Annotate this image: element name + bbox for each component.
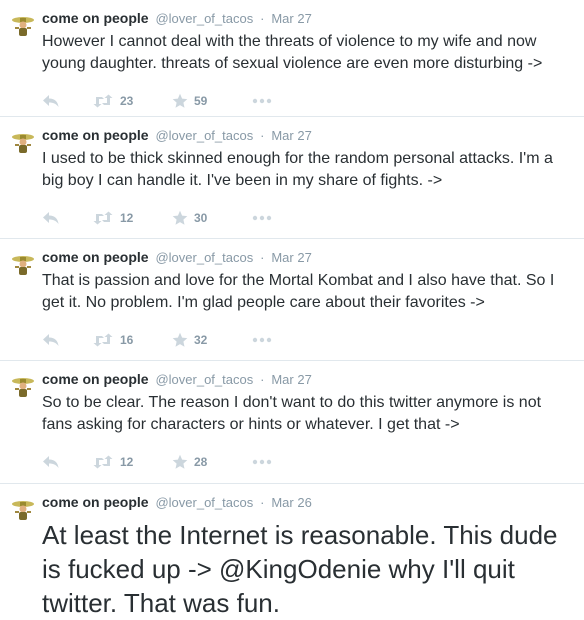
tweet-header: come on people @lover_of_tacos · Mar 27 <box>42 9 574 28</box>
separator: · <box>260 128 265 143</box>
more-icon <box>252 459 272 465</box>
tweet[interactable]: come on people @lover_of_tacos · Mar 27 … <box>0 0 584 117</box>
avatar[interactable] <box>10 130 36 156</box>
tweet-text: That is passion and love for the Mortal … <box>42 272 555 311</box>
separator: · <box>260 250 265 265</box>
tweet-text: However I cannot deal with the threats o… <box>42 33 543 72</box>
retweet-button[interactable]: 12 <box>92 211 172 225</box>
reply-button[interactable] <box>42 333 92 347</box>
timestamp[interactable]: Mar 27 <box>271 250 311 265</box>
reply-icon <box>42 333 60 347</box>
retweet-count: 23 <box>120 94 134 108</box>
favorite-button[interactable]: 28 <box>172 454 252 470</box>
tweet-text: At least the Internet is reasonable. Thi… <box>42 520 558 618</box>
timestamp[interactable]: Mar 26 <box>271 495 311 510</box>
display-name[interactable]: come on people <box>42 371 149 387</box>
username[interactable]: @lover_of_tacos <box>155 11 253 26</box>
star-icon <box>172 210 188 226</box>
timestamp[interactable]: Mar 27 <box>271 11 311 26</box>
more-button[interactable] <box>252 215 272 221</box>
taco-avatar-icon <box>10 378 36 404</box>
reply-button[interactable] <box>42 94 92 108</box>
retweet-icon <box>92 333 114 347</box>
username[interactable]: @lover_of_tacos <box>155 495 253 510</box>
tweet-actions: 16 32 <box>42 330 574 350</box>
display-name[interactable]: come on people <box>42 494 149 510</box>
tweet[interactable]: come on people @lover_of_tacos · Mar 27 … <box>0 117 584 239</box>
more-icon <box>252 337 272 343</box>
reply-icon <box>42 455 60 469</box>
retweet-button[interactable]: 12 <box>92 455 172 469</box>
display-name[interactable]: come on people <box>42 249 149 265</box>
retweet-icon <box>92 211 114 225</box>
tweet-text: So to be clear. The reason I don't want … <box>42 394 542 433</box>
taco-avatar-icon <box>10 134 36 160</box>
separator: · <box>260 495 265 510</box>
avatar[interactable] <box>10 252 36 278</box>
tweet-text: I used to be thick skinned enough for th… <box>42 150 553 189</box>
star-icon <box>172 93 188 109</box>
taco-avatar-icon <box>10 256 36 282</box>
reply-icon <box>42 211 60 225</box>
retweet-button[interactable]: 16 <box>92 333 172 347</box>
display-name[interactable]: come on people <box>42 10 149 26</box>
username[interactable]: @lover_of_tacos <box>155 250 253 265</box>
retweet-button[interactable]: 23 <box>92 94 172 108</box>
tweet-header: come on people @lover_of_tacos · Mar 27 <box>42 248 574 267</box>
reply-button[interactable] <box>42 211 92 225</box>
retweet-icon <box>92 455 114 469</box>
tweet-header: come on people @lover_of_tacos · Mar 27 <box>42 126 574 145</box>
display-name[interactable]: come on people <box>42 127 149 143</box>
more-icon <box>252 98 272 104</box>
favorite-button[interactable]: 32 <box>172 332 252 348</box>
star-icon <box>172 454 188 470</box>
retweet-icon <box>92 94 114 108</box>
taco-avatar-icon <box>10 501 36 527</box>
favorite-count: 30 <box>194 211 208 225</box>
more-button[interactable] <box>252 459 272 465</box>
tweet-header: come on people @lover_of_tacos · Mar 27 <box>42 370 574 389</box>
tweet[interactable]: come on people @lover_of_tacos · Mar 27 … <box>0 239 584 361</box>
tweet[interactable]: come on people @lover_of_tacos · Mar 27 … <box>0 361 584 484</box>
timestamp[interactable]: Mar 27 <box>271 128 311 143</box>
timestamp[interactable]: Mar 27 <box>271 372 311 387</box>
favorite-button[interactable]: 59 <box>172 93 252 109</box>
username[interactable]: @lover_of_tacos <box>155 128 253 143</box>
separator: · <box>260 372 265 387</box>
retweet-count: 12 <box>120 211 134 225</box>
favorite-count: 28 <box>194 455 208 469</box>
separator: · <box>260 11 265 26</box>
favorite-button[interactable]: 30 <box>172 210 252 226</box>
tweet[interactable]: come on people @lover_of_tacos · Mar 26 … <box>0 484 584 618</box>
retweet-count: 16 <box>120 333 134 347</box>
taco-avatar-icon <box>10 17 36 43</box>
favorite-count: 32 <box>194 333 208 347</box>
retweet-count: 12 <box>120 455 134 469</box>
avatar[interactable] <box>10 13 36 39</box>
more-icon <box>252 215 272 221</box>
tweet-actions: 12 28 <box>42 452 574 472</box>
reply-icon <box>42 94 60 108</box>
more-button[interactable] <box>252 98 272 104</box>
timeline: come on people @lover_of_tacos · Mar 27 … <box>0 0 584 618</box>
star-icon <box>172 332 188 348</box>
tweet-header: come on people @lover_of_tacos · Mar 26 <box>42 493 574 512</box>
avatar[interactable] <box>10 497 36 523</box>
username[interactable]: @lover_of_tacos <box>155 372 253 387</box>
avatar[interactable] <box>10 374 36 400</box>
reply-button[interactable] <box>42 455 92 469</box>
tweet-actions: 23 59 <box>42 91 574 111</box>
favorite-count: 59 <box>194 94 208 108</box>
tweet-actions: 12 30 <box>42 208 574 228</box>
more-button[interactable] <box>252 337 272 343</box>
